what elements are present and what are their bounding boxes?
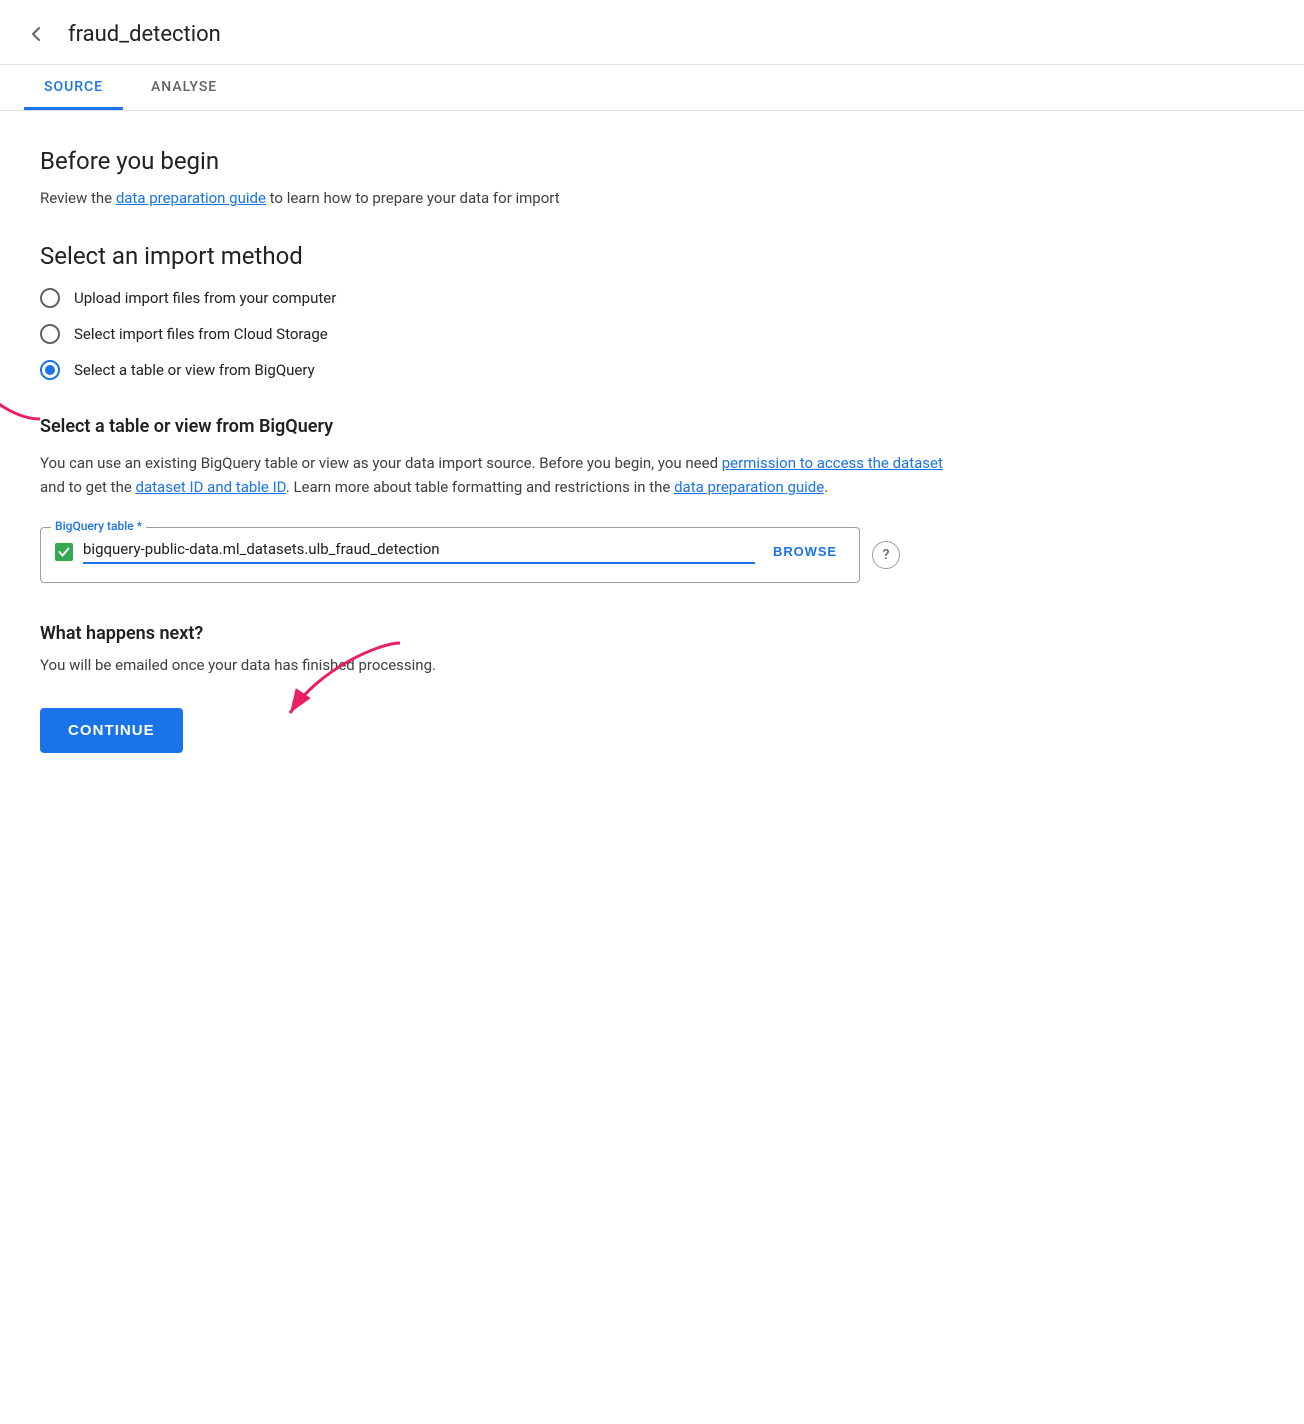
radio-upload-label: Upload import files from your computer [74, 289, 336, 307]
help-icon[interactable]: ? [872, 541, 900, 569]
bq-desc-1: You can use an existing BigQuery table o… [40, 454, 722, 472]
radio-bigquery-label: Select a table or view from BigQuery [74, 361, 315, 379]
radio-bigquery-circle [40, 360, 60, 380]
main-content: Before you begin Review the data prepara… [0, 111, 1000, 813]
continue-button[interactable]: CONTINUE [40, 708, 183, 753]
import-method-options: Upload import files from your computer S… [40, 288, 960, 380]
radio-bigquery[interactable]: Select a table or view from BigQuery [40, 360, 960, 380]
bigquery-section-title: Select a table or view from BigQuery [40, 416, 960, 437]
arrow-continue-annotation [260, 638, 420, 728]
description-suffix: to learn how to prepare your data for im… [266, 189, 560, 207]
bigquery-table-value: bigquery-public-data.ml_datasets.ulb_fra… [83, 540, 755, 564]
text-field-inner: bigquery-public-data.ml_datasets.ulb_fra… [55, 540, 845, 564]
tab-source[interactable]: SOURCE [24, 65, 123, 110]
checkmark-icon [58, 546, 70, 558]
radio-cloud-circle [40, 324, 60, 344]
valid-checkbox [55, 543, 73, 561]
bigquery-field-label: BigQuery table * [51, 519, 146, 533]
tab-bar: SOURCE ANALYSE [0, 65, 1304, 111]
bq-desc-3: . Learn more about table formatting and … [286, 478, 674, 496]
page-header: fraud_detection [0, 0, 1304, 65]
bigquery-section-desc: You can use an existing BigQuery table o… [40, 451, 960, 499]
bq-desc-period: . [824, 478, 828, 496]
before-begin-description: Review the data preparation guide to lea… [40, 187, 960, 210]
radio-cloud-label: Select import files from Cloud Storage [74, 325, 328, 343]
tab-analyse[interactable]: ANALYSE [131, 65, 237, 110]
dataset-id-link[interactable]: dataset ID and table ID [136, 478, 286, 496]
radio-upload-circle [40, 288, 60, 308]
what-next-title: What happens next? [40, 623, 960, 644]
permission-link[interactable]: permission to access the dataset [722, 454, 943, 472]
page-title: fraud_detection [68, 22, 221, 47]
description-prefix: Review the [40, 189, 116, 207]
back-button[interactable] [20, 18, 52, 50]
radio-bigquery-row: Select a table or view from BigQuery [40, 360, 960, 380]
data-prep-guide-link[interactable]: data preparation guide [116, 189, 266, 207]
radio-upload[interactable]: Upload import files from your computer [40, 288, 960, 308]
radio-cloud[interactable]: Select import files from Cloud Storage [40, 324, 960, 344]
before-begin-title: Before you begin [40, 147, 960, 175]
continue-area: CONTINUE [40, 708, 183, 753]
bigquery-table-field[interactable]: BigQuery table * bigquery-public-data.ml… [40, 527, 860, 583]
data-prep-guide-link-2[interactable]: data preparation guide [674, 478, 824, 496]
browse-button[interactable]: BROWSE [765, 544, 845, 559]
bigquery-field-container: BigQuery table * bigquery-public-data.ml… [40, 527, 960, 583]
bq-desc-2: and to get the [40, 478, 136, 496]
what-next-description: You will be emailed once your data has f… [40, 654, 960, 677]
import-method-title: Select an import method [40, 242, 960, 270]
